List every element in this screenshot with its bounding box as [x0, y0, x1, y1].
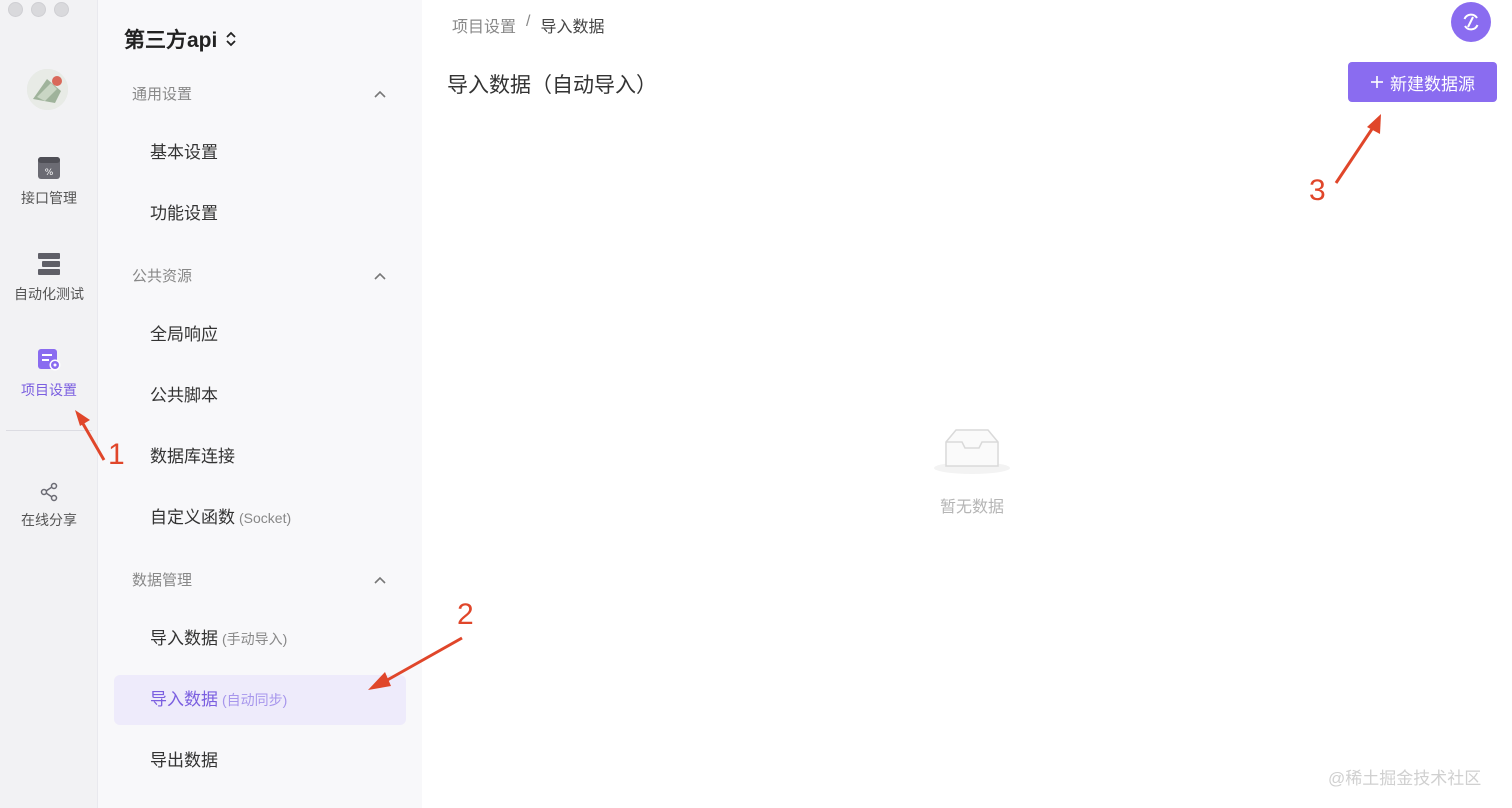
page-title: 导入数据（自动导入） — [447, 74, 657, 97]
svg-text:%: % — [45, 168, 54, 178]
menu-item-global-response[interactable]: 全局响应 — [114, 310, 406, 360]
window-close-button[interactable] — [8, 2, 23, 17]
menu-item-database-connection[interactable]: 数据库连接 — [114, 432, 406, 482]
annotation-number-2: 2 — [457, 598, 474, 631]
main-content: 项目设置 / 导入数据 导入数据（自动导入） 新建数据源 暂无数据 — [422, 0, 1512, 808]
project-switcher[interactable]: 第三方api — [124, 24, 237, 54]
menu-item-custom-functions[interactable]: 自定义函数 (Socket) — [114, 493, 406, 543]
chevron-up-icon — [374, 576, 386, 584]
rail-item-share[interactable]: 在线分享 — [0, 482, 98, 530]
rail-divider — [6, 430, 92, 431]
annotation-number-1: 1 — [108, 438, 125, 471]
menu-item-label: 导入数据 — [150, 629, 218, 648]
menu-item-import-manual[interactable]: 导入数据 (手动导入) — [114, 614, 406, 664]
api-management-icon: % — [38, 157, 60, 179]
breadcrumb-item-project-settings[interactable]: 项目设置 — [452, 13, 516, 37]
group-header-public-resources[interactable]: 公共资源 — [132, 265, 386, 286]
group-header-data-management[interactable]: 数据管理 — [132, 569, 386, 590]
share-icon — [40, 482, 58, 502]
menu-item-public-scripts[interactable]: 公共脚本 — [114, 371, 406, 421]
rail-item-label: 接口管理 — [21, 190, 77, 206]
group-title: 数据管理 — [132, 572, 193, 589]
plus-icon — [1371, 76, 1383, 88]
breadcrumb: 项目设置 / 导入数据 — [452, 13, 604, 37]
rail-item-label: 自动化测试 — [14, 286, 84, 302]
new-data-source-label: 新建数据源 — [1390, 74, 1475, 94]
rail-item-api-management[interactable]: % 接口管理 — [0, 156, 98, 208]
empty-inbox-icon — [934, 429, 1010, 474]
menu-item-label: 全局响应 — [150, 325, 218, 344]
menu-item-export-data[interactable]: 导出数据 — [114, 736, 406, 786]
sync-button[interactable] — [1451, 2, 1491, 42]
breadcrumb-item-current: 导入数据 — [540, 19, 605, 36]
menu-item-basic-settings[interactable]: 基本设置 — [114, 128, 406, 178]
menu-item-label: 功能设置 — [150, 204, 218, 223]
new-data-source-button[interactable]: 新建数据源 — [1348, 62, 1497, 102]
sync-icon — [1463, 13, 1479, 31]
window-maximize-button[interactable] — [54, 2, 69, 17]
project-settings-icon — [38, 349, 61, 371]
rail-item-automation-test[interactable]: 自动化测试 — [0, 252, 98, 304]
menu-item-label: 导入数据 — [150, 690, 218, 709]
avatar[interactable] — [27, 69, 68, 110]
empty-state: 暂无数据 — [932, 424, 1012, 517]
menu-item-sublabel: (Socket) — [239, 510, 292, 526]
group-title: 公共资源 — [132, 268, 193, 285]
group-header-general[interactable]: 通用设置 — [132, 83, 386, 104]
menu-item-label: 基本设置 — [150, 143, 218, 162]
menu-item-feature-settings[interactable]: 功能设置 — [114, 189, 406, 239]
group-title: 通用设置 — [132, 86, 193, 103]
chevron-up-down-icon — [226, 31, 236, 47]
menu-item-label: 公共脚本 — [150, 386, 218, 405]
automation-test-icon — [38, 253, 60, 275]
empty-text: 暂无数据 — [939, 499, 1004, 516]
rail-item-label: 在线分享 — [21, 512, 77, 528]
chevron-up-icon — [374, 272, 386, 280]
chevron-up-icon — [374, 90, 386, 98]
breadcrumb-separator: / — [526, 13, 531, 30]
window-controls — [8, 2, 69, 17]
menu-item-sublabel: (手动导入) — [222, 631, 288, 647]
menu-item-label: 数据库连接 — [150, 447, 235, 466]
left-rail: % 接口管理 自动化测试 项目设置 在线分享 — [0, 0, 98, 808]
window-minimize-button[interactable] — [31, 2, 46, 17]
annotation-number-3: 3 — [1309, 174, 1326, 207]
menu-item-sublabel: (自动同步) — [222, 692, 288, 708]
project-name: 第三方api — [124, 29, 218, 52]
menu-item-label: 自定义函数 — [150, 508, 235, 527]
menu-item-label: 导出数据 — [150, 751, 218, 770]
rail-item-label: 项目设置 — [21, 382, 77, 398]
settings-sidebar: 第三方api 通用设置 基本设置 功能设置 公共资源 全局响应 公共脚本 数据库… — [98, 0, 422, 808]
menu-item-import-auto-sync[interactable]: 导入数据 (自动同步) — [114, 675, 406, 725]
rail-item-project-settings[interactable]: 项目设置 — [0, 348, 98, 400]
watermark: @稀土掘金技术社区 — [1328, 769, 1482, 788]
